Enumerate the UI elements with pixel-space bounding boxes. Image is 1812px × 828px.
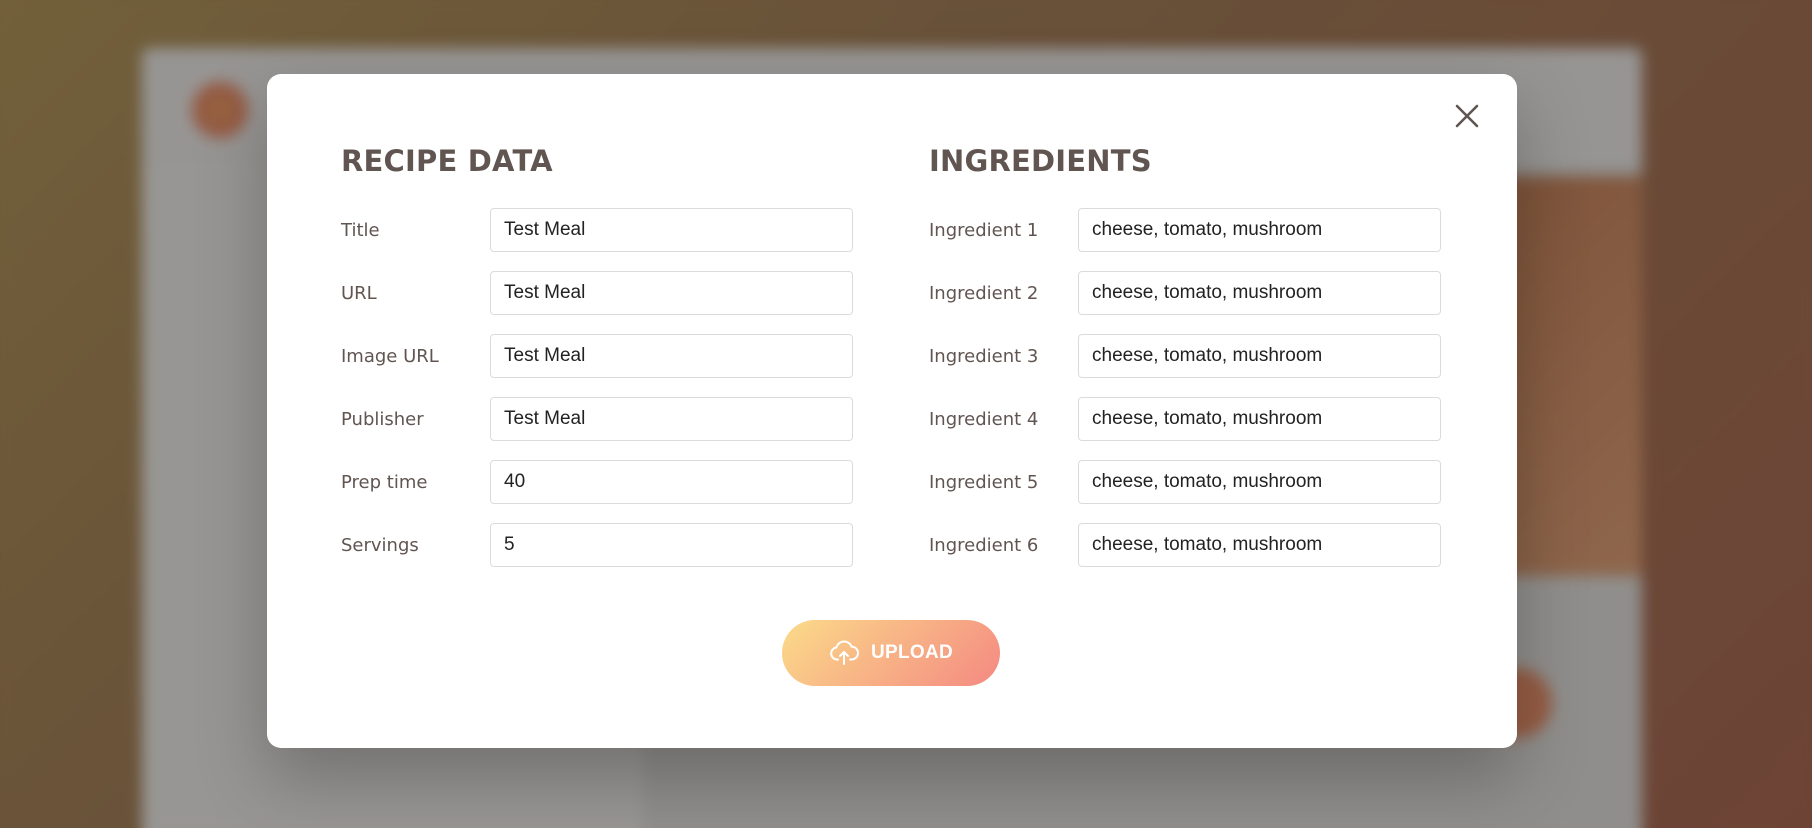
cloud-upload-icon xyxy=(829,638,859,668)
ingredients-heading: INGREDIENTS xyxy=(929,144,1152,178)
prep-time-input[interactable] xyxy=(490,460,853,504)
title-input[interactable] xyxy=(490,208,853,252)
recipe-data-heading: RECIPE DATA xyxy=(341,144,553,178)
ingredient-row: Ingredient 3 xyxy=(929,334,1441,378)
ingredients-section: INGREDIENTS Ingredient 1 Ingredient 2 In… xyxy=(929,136,1441,586)
prep-time-label: Prep time xyxy=(341,471,428,493)
recipe-data-section: RECIPE DATA Title URL Image URL Publishe… xyxy=(341,136,853,586)
image-url-input[interactable] xyxy=(490,334,853,378)
ingredient-5-label: Ingredient 5 xyxy=(929,471,1039,493)
image-url-label: Image URL xyxy=(341,345,439,367)
ingredient-1-label: Ingredient 1 xyxy=(929,219,1039,241)
ingredient-2-input[interactable] xyxy=(1078,271,1441,315)
ingredient-row: Ingredient 6 xyxy=(929,523,1441,567)
ingredient-row: Ingredient 4 xyxy=(929,397,1441,441)
servings-label: Servings xyxy=(341,534,419,556)
ingredient-row: Ingredient 1 xyxy=(929,208,1441,252)
ingredient-row: Ingredient 2 xyxy=(929,271,1441,315)
publisher-input[interactable] xyxy=(490,397,853,441)
upload-button-label: UPLOAD xyxy=(870,642,954,663)
ingredient-2-label: Ingredient 2 xyxy=(929,282,1039,304)
ingredient-6-input[interactable] xyxy=(1078,523,1441,567)
close-icon xyxy=(1455,104,1479,128)
url-label: URL xyxy=(341,282,377,304)
add-recipe-modal: RECIPE DATA Title URL Image URL Publishe… xyxy=(267,74,1517,748)
url-input[interactable] xyxy=(490,271,853,315)
ingredient-4-input[interactable] xyxy=(1078,397,1441,441)
ingredient-6-label: Ingredient 6 xyxy=(929,534,1039,556)
prep-time-row: Prep time xyxy=(341,460,853,504)
ingredient-1-input[interactable] xyxy=(1078,208,1441,252)
ingredient-3-label: Ingredient 3 xyxy=(929,345,1039,367)
ingredient-3-input[interactable] xyxy=(1078,334,1441,378)
title-label: Title xyxy=(341,219,380,241)
publisher-label: Publisher xyxy=(341,408,424,430)
servings-row: Servings xyxy=(341,523,853,567)
publisher-row: Publisher xyxy=(341,397,853,441)
ingredient-5-input[interactable] xyxy=(1078,460,1441,504)
ingredient-row: Ingredient 5 xyxy=(929,460,1441,504)
upload-button[interactable]: UPLOAD xyxy=(782,620,1000,686)
url-row: URL xyxy=(341,271,853,315)
image-url-row: Image URL xyxy=(341,334,853,378)
close-button[interactable] xyxy=(1449,98,1485,134)
servings-input[interactable] xyxy=(490,523,853,567)
title-row: Title xyxy=(341,208,853,252)
ingredient-4-label: Ingredient 4 xyxy=(929,408,1039,430)
